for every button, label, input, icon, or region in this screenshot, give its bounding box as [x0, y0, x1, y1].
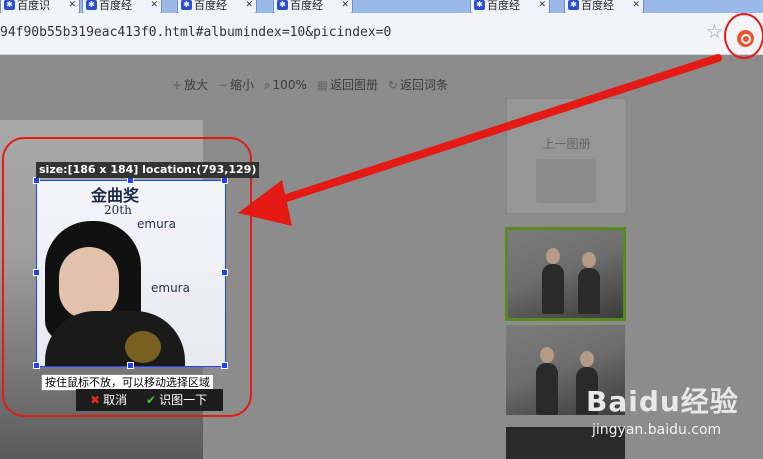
browser-tab[interactable]: ✱ 百度经 ✕: [470, 0, 550, 13]
highlight-circle: [724, 13, 763, 59]
previous-album-label: 上一图册: [542, 137, 591, 151]
award-subtitle: 20th: [104, 203, 132, 217]
close-icon[interactable]: ✕: [245, 0, 253, 11]
trophy-icon: [125, 331, 161, 363]
paw-icon: ✱: [474, 0, 485, 10]
thumb-person-head: [580, 351, 594, 367]
resize-handle[interactable]: [127, 177, 134, 184]
previous-album-card[interactable]: 上一图册: [506, 98, 627, 214]
thumb-person-head: [546, 248, 560, 264]
browser-tab[interactable]: ✱ 百度经 ✕: [82, 0, 162, 13]
thumb-person-body: [542, 264, 564, 314]
thumb-person-body: [536, 363, 558, 415]
resize-handle[interactable]: [33, 362, 40, 369]
zoom-out-button[interactable]: − 缩小: [218, 77, 254, 93]
album-placeholder-icon: [536, 159, 596, 203]
paw-icon: ✱: [4, 0, 15, 10]
browser-tab[interactable]: ✱ 百度经 ✕: [273, 0, 353, 13]
identify-image-button[interactable]: ✔ 识图一下: [146, 392, 207, 408]
grid-icon: ▦: [316, 78, 329, 92]
address-bar: 94f90b55b319eac413f0.html#albumindex=10&…: [0, 13, 763, 55]
plus-icon: +: [172, 78, 183, 92]
url-field[interactable]: 94f90b55b319eac413f0.html#albumindex=10&…: [0, 23, 700, 43]
photo-subject-face: [59, 247, 119, 319]
close-icon[interactable]: ✕: [632, 0, 640, 11]
back-to-entry-button[interactable]: ↻ 返回词条: [388, 77, 448, 93]
resize-handle[interactable]: [127, 362, 134, 369]
backdrop-brand-text: emura: [151, 281, 190, 295]
thumb-person-head: [540, 347, 554, 363]
return-arrow-icon: ↻: [387, 78, 398, 92]
check-icon: ✔: [146, 393, 157, 407]
close-icon[interactable]: ✕: [341, 0, 349, 11]
browser-tab[interactable]: ✱ 百度经 ✕: [564, 0, 644, 13]
photo-subject-body: [45, 311, 185, 366]
thumb-person-body: [578, 268, 600, 314]
brand-logo-text: Baidu经验: [586, 385, 739, 418]
resize-handle[interactable]: [221, 177, 228, 184]
tab-strip: ✱ 百度识 ✕ ✱ 百度经 ✕ ✱ 百度经 ✕ ✱ 百度经 ✕ ✱ 百度经 ✕ ✱ 百度经 ✕: [0, 0, 763, 13]
close-icon: ✖: [90, 393, 101, 407]
album-thumbnail-selected[interactable]: [505, 227, 626, 321]
browser-tab[interactable]: ✱ 百度经 ✕: [177, 0, 257, 13]
selection-action-bar: ✖ 取消 ✔ 识图一下: [76, 389, 223, 411]
resize-handle[interactable]: [33, 177, 40, 184]
zoom-in-button[interactable]: + 放大: [172, 77, 208, 93]
close-icon[interactable]: ✕: [150, 0, 158, 11]
back-to-album-button[interactable]: ▦ 返回图册: [317, 77, 378, 93]
paw-icon: ✱: [277, 0, 288, 10]
baidu-jingyan-watermark: Baidu经验 jingyan.baidu.com: [586, 380, 761, 440]
selection-region[interactable]: 金曲奖 20th emura emura: [36, 180, 226, 367]
paw-icon: ✱: [181, 0, 192, 10]
thumb-person-head: [582, 252, 596, 268]
selection-info-label: size:[186 x 184] location:(793,129): [36, 162, 260, 178]
backdrop-brand-text: emura: [137, 217, 176, 231]
resize-handle[interactable]: [221, 362, 228, 369]
paw-icon: ✱: [86, 0, 97, 10]
paw-icon: ✱: [568, 0, 579, 10]
resize-handle[interactable]: [221, 269, 228, 276]
minus-icon: −: [217, 78, 228, 92]
cancel-button[interactable]: ✖ 取消: [90, 392, 127, 408]
magnifier-icon: ⌕: [263, 78, 271, 92]
close-icon[interactable]: ✕: [538, 0, 546, 11]
zoom-level-button[interactable]: ⌕ 100%: [264, 77, 307, 93]
brand-url: jingyan.baidu.com: [592, 422, 722, 438]
bookmark-star-icon[interactable]: ☆: [706, 21, 723, 43]
close-icon[interactable]: ✕: [68, 0, 76, 11]
browser-tab[interactable]: ✱ 百度识 ✕: [0, 0, 80, 13]
resize-handle[interactable]: [33, 269, 40, 276]
image-toolbar: + 放大 − 缩小 ⌕ 100% ▦ 返回图册 ↻ 返回词条: [172, 77, 454, 93]
